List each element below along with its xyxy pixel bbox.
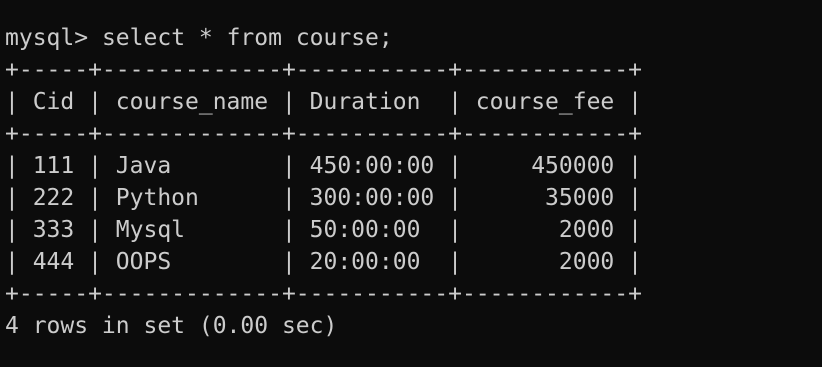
- table-row: | 333 | Mysql | 50:00:00 | 2000 |: [5, 217, 642, 243]
- table-row: | 444 | OOPS | 20:00:00 | 2000 |: [5, 249, 642, 275]
- result-summary: 4 rows in set (0.00 sec): [5, 313, 338, 339]
- table-row: | 111 | Java | 450:00:00 | 450000 |: [5, 153, 642, 179]
- table-row: | 222 | Python | 300:00:00 | 35000 |: [5, 185, 642, 211]
- table-border-top: +-----+-------------+-----------+-------…: [5, 57, 642, 83]
- sql-command: select * from course;: [101, 25, 393, 51]
- table-header-row: | Cid | course_name | Duration | course_…: [5, 89, 642, 115]
- table-border-header: +-----+-------------+-----------+-------…: [5, 121, 642, 147]
- mysql-prompt: mysql>: [5, 25, 89, 51]
- table-border-bottom: +-----+-------------+-----------+-------…: [5, 281, 642, 307]
- result-table: +-----+-------------+-----------+-------…: [5, 54, 822, 310]
- command-line: mysql> select * from course;: [5, 22, 822, 54]
- terminal-window[interactable]: mysql> select * from course; +-----+----…: [0, 0, 822, 367]
